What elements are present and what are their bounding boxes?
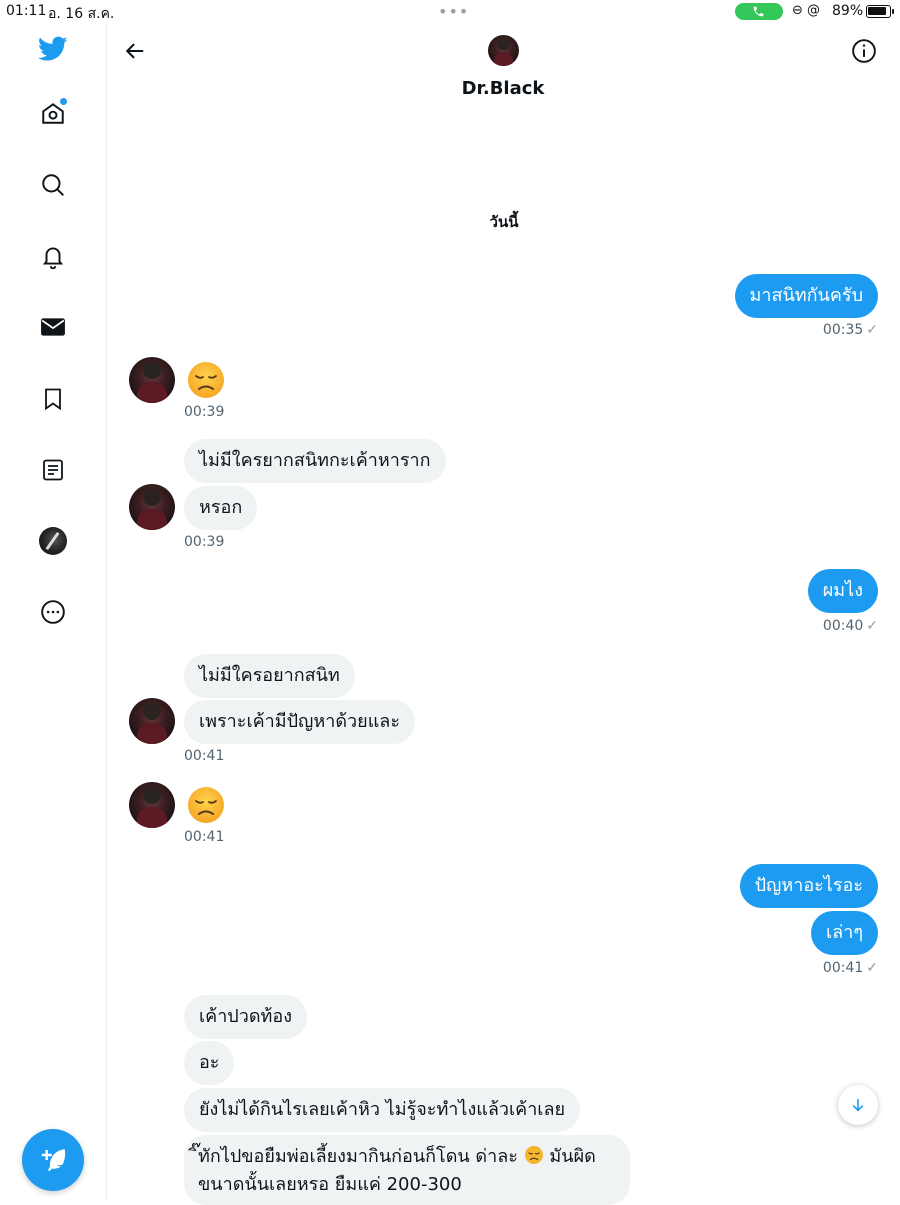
contact-avatar-small[interactable]: [129, 357, 175, 403]
phone-icon: [753, 6, 764, 17]
multitask-dots[interactable]: •••: [438, 2, 469, 21]
message-bubble-incoming[interactable]: ิ๊ทักไปขอยืมพ่อเลี้ยงมากินก่อนก็โดน ด่าล…: [184, 1135, 630, 1205]
disappointed-face-emoji[interactable]: [186, 785, 226, 825]
contact-avatar[interactable]: [488, 35, 519, 66]
contact-avatar-small[interactable]: [129, 698, 175, 744]
message-line: ิ๊ทักไปขอยืมพ่อเลี้ยงมากินก่อนก็โดน ด่าล…: [198, 1146, 596, 1167]
search-icon: [42, 174, 64, 196]
message-timestamp: 00:39: [184, 404, 225, 420]
message-bubble-incoming[interactable]: ยังไม่ได้กินไรเลยเค้าหิว ไม่รู้จะทำไงแล้…: [184, 1088, 581, 1132]
battery-icon: [866, 5, 894, 18]
back-button[interactable]: [120, 36, 150, 66]
sidebar: [0, 24, 107, 1200]
message-bubble-incoming[interactable]: หรอก: [184, 486, 258, 530]
nav-profile[interactable]: [30, 518, 76, 564]
message-bubble-incoming[interactable]: เพราะเค้ามีปัญหาด้วยและ: [184, 700, 416, 744]
status-time: 01:11: [6, 3, 47, 19]
message-timestamp: 00:39: [184, 534, 225, 550]
compose-quill-icon: [41, 1149, 66, 1172]
contact-name[interactable]: Dr.Black: [408, 78, 598, 99]
battery-percent: 89%: [832, 3, 864, 19]
mail-icon: [41, 318, 65, 336]
message-bubble-incoming[interactable]: ไม่มีใครยากสนิทกะเค้าหาราก: [184, 439, 446, 483]
message-bubble-incoming[interactable]: เค้าปวดท้อง: [184, 995, 307, 1039]
contact-avatar-small[interactable]: [129, 782, 175, 828]
more-icon: [41, 600, 65, 624]
scroll-to-bottom-button[interactable]: [838, 1085, 878, 1125]
message-timestamp: 00:35 ✓: [822, 322, 878, 338]
date-separator: วันนี้: [489, 213, 519, 231]
disappointed-face-emoji[interactable]: [186, 360, 226, 400]
message-bubble-outgoing[interactable]: ผมไง: [807, 569, 878, 613]
message-timestamp: 00:41 ✓: [822, 960, 878, 976]
compose-tweet-button[interactable]: [22, 1129, 84, 1191]
message-bubble-outgoing[interactable]: มาสนิทกันครับ: [734, 274, 878, 318]
back-arrow-icon: [125, 43, 144, 59]
message-bubble-outgoing[interactable]: เล่าๆ: [811, 911, 878, 955]
bookmark-icon: [45, 388, 61, 411]
nav-home[interactable]: [30, 90, 76, 136]
info-icon: [852, 39, 876, 63]
nav-messages[interactable]: [30, 304, 76, 350]
nav-bookmarks[interactable]: [30, 376, 76, 422]
list-icon: [43, 459, 63, 481]
message-timestamp: 00:41: [184, 829, 225, 845]
sent-check-icon: ✓: [866, 960, 878, 976]
nav-more[interactable]: [30, 589, 76, 635]
message-line: ขนาดนั้นเลยหรอ ยืมแค่ 200-300: [198, 1174, 462, 1195]
arrow-down-icon: [852, 1099, 864, 1112]
message-timestamp: 00:41: [184, 748, 225, 764]
message-bubble-incoming[interactable]: ไม่มีใครอยากสนิท: [184, 654, 355, 698]
conversation-info-button[interactable]: [849, 36, 879, 66]
active-call-indicator[interactable]: [735, 3, 783, 20]
status-extra-icons: ⊖ @: [792, 3, 821, 18]
profile-avatar: [39, 527, 67, 555]
nav-search[interactable]: [30, 162, 76, 208]
nav-notifications[interactable]: [30, 233, 76, 279]
bell-icon: [42, 247, 64, 269]
battery-fill: [868, 7, 886, 15]
twitter-logo-icon[interactable]: [30, 26, 76, 72]
contact-avatar-small[interactable]: [129, 484, 175, 530]
nav-lists[interactable]: [30, 447, 76, 493]
status-date: อ. 16 ส.ค.: [48, 6, 115, 22]
sent-check-icon: ✓: [866, 322, 878, 338]
sent-check-icon: ✓: [866, 618, 878, 634]
conversation-header: Dr.Black: [108, 24, 900, 114]
message-bubble-incoming[interactable]: อะ: [184, 1041, 235, 1085]
notification-dot: [60, 98, 67, 105]
disappointed-face-emoji: [524, 1146, 543, 1164]
message-timestamp: 00:40 ✓: [822, 618, 878, 634]
status-bar: 01:11 อ. 16 ส.ค. ••• ⊖ @ 89%: [0, 0, 900, 24]
message-bubble-outgoing[interactable]: ปัญหาอะไรอะ: [739, 864, 878, 908]
